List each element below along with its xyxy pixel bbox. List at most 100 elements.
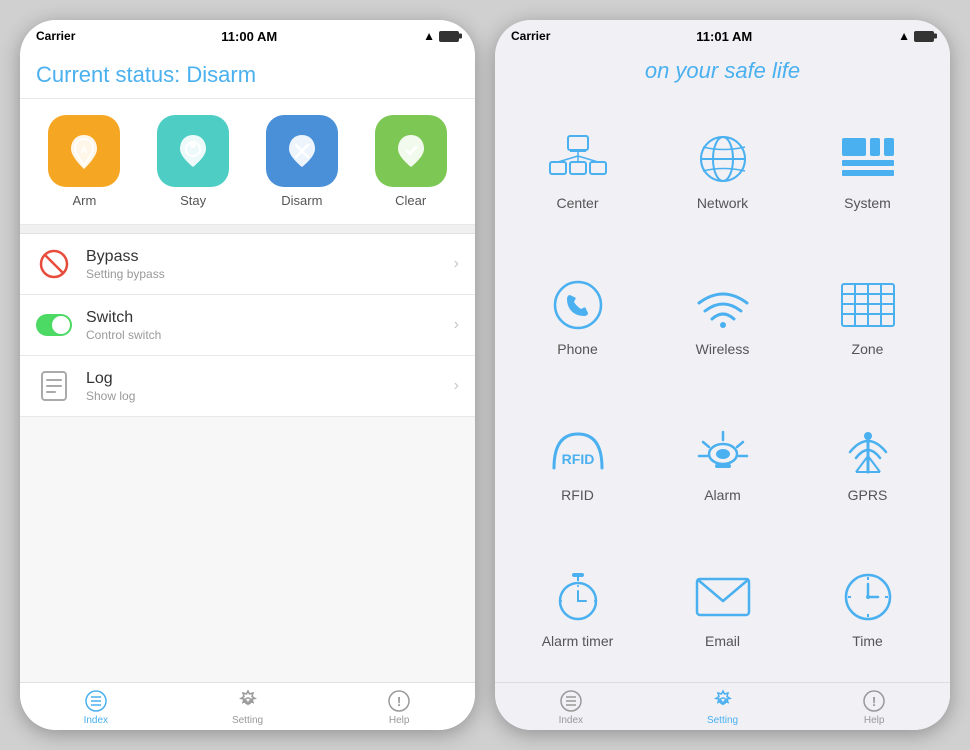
rfid-label: RFID xyxy=(561,487,594,503)
email-label: Email xyxy=(705,633,740,649)
left-status-bar: Carrier 11:00 AM ▲ xyxy=(20,20,475,48)
svg-text:A: A xyxy=(81,145,88,156)
bypass-list-item[interactable]: Bypass Setting bypass › xyxy=(20,234,475,295)
clear-button[interactable]: Clear xyxy=(375,115,447,208)
grid-item-gprs[interactable]: GPRS xyxy=(795,390,940,536)
bypass-title: Bypass xyxy=(86,248,454,266)
left-tab-help-label: Help xyxy=(389,715,410,726)
stay-label: Stay xyxy=(180,193,206,208)
grid-item-wireless[interactable]: Wireless xyxy=(650,244,795,390)
left-status-icons: ▲ xyxy=(423,29,459,43)
left-tab-setting[interactable]: Setting xyxy=(172,689,324,726)
right-content: on your safe life xyxy=(495,48,950,730)
grid-item-network[interactable]: Network xyxy=(650,98,795,244)
switch-title: Switch xyxy=(86,309,454,327)
stay-icon-bg xyxy=(157,115,229,187)
log-title: Log xyxy=(86,370,454,388)
left-tab-index-label: Index xyxy=(84,715,108,726)
list-section: Bypass Setting bypass › Switch Control s… xyxy=(20,233,475,417)
network-label: Network xyxy=(697,195,748,211)
log-text: Log Show log xyxy=(86,370,454,403)
log-list-item[interactable]: Log Show log › xyxy=(20,356,475,417)
arm-icon-bg: A xyxy=(48,115,120,187)
setting-tab-icon xyxy=(236,689,260,713)
left-tab-help[interactable]: ! Help xyxy=(323,689,475,726)
clear-icon xyxy=(391,131,431,171)
grid-item-system[interactable]: System xyxy=(795,98,940,244)
left-tab-index[interactable]: Index xyxy=(20,689,172,726)
section-separator xyxy=(20,225,475,233)
bypass-text: Bypass Setting bypass xyxy=(86,248,454,281)
grid-item-zone[interactable]: Zone xyxy=(795,244,940,390)
gprs-svg xyxy=(842,426,894,476)
zone-label: Zone xyxy=(852,341,884,357)
right-tab-index-label: Index xyxy=(559,715,583,726)
rfid-svg: RFID xyxy=(548,428,608,474)
log-icon-container xyxy=(36,368,72,404)
center-icon xyxy=(546,131,610,187)
zone-svg xyxy=(840,282,896,328)
zone-icon xyxy=(836,277,900,333)
alarm-svg xyxy=(695,426,751,476)
right-battery-icon xyxy=(914,31,934,42)
help-tab-icon: ! xyxy=(387,689,411,713)
svg-text:!: ! xyxy=(872,694,876,709)
battery-icon xyxy=(439,31,459,42)
phone-svg xyxy=(552,279,604,331)
alarm-label: Alarm xyxy=(704,487,741,503)
left-tab-setting-label: Setting xyxy=(232,715,263,726)
disarm-icon xyxy=(282,131,322,171)
bypass-subtitle: Setting bypass xyxy=(86,267,454,281)
network-svg xyxy=(695,134,751,184)
clear-label: Clear xyxy=(395,193,426,208)
wifi-icon: ▲ xyxy=(423,29,435,43)
switch-text: Switch Control switch xyxy=(86,309,454,342)
right-tab-help[interactable]: ! Help xyxy=(798,689,950,726)
phone-label: Phone xyxy=(557,341,597,357)
log-chevron: › xyxy=(454,377,459,395)
grid-item-phone[interactable]: Phone xyxy=(505,244,650,390)
grid-item-alarm-timer[interactable]: Alarm timer xyxy=(505,536,650,682)
center-label: Center xyxy=(556,195,598,211)
right-status-bar: Carrier 11:01 AM ▲ xyxy=(495,20,950,48)
grid-item-time[interactable]: Time xyxy=(795,536,940,682)
stay-icon xyxy=(173,131,213,171)
svg-text:!: ! xyxy=(397,694,401,709)
time-icon xyxy=(836,569,900,625)
grid-item-alarm[interactable]: Alarm xyxy=(650,390,795,536)
right-tab-setting-label: Setting xyxy=(707,715,738,726)
grid-item-email[interactable]: Email xyxy=(650,536,795,682)
alarm-icon xyxy=(691,423,755,479)
time-label: Time xyxy=(852,633,883,649)
wireless-label: Wireless xyxy=(696,341,750,357)
right-tab-setting[interactable]: Setting xyxy=(647,689,799,726)
grid-item-center[interactable]: Center xyxy=(505,98,650,244)
disarm-button[interactable]: Disarm xyxy=(266,115,338,208)
left-tab-bar: Index Setting ! Help xyxy=(20,682,475,730)
email-icon xyxy=(691,569,755,625)
system-icon xyxy=(836,131,900,187)
switch-icon xyxy=(36,314,72,336)
right-tab-index[interactable]: Index xyxy=(495,689,647,726)
gprs-icon xyxy=(836,423,900,479)
empty-section xyxy=(20,417,475,682)
right-tab-help-label: Help xyxy=(864,715,885,726)
center-svg xyxy=(548,134,608,184)
alarm-timer-svg xyxy=(552,571,604,623)
grid-item-rfid[interactable]: RFID RFID xyxy=(505,390,650,536)
switch-chevron: › xyxy=(454,316,459,334)
right-setting-tab-icon xyxy=(711,689,735,713)
arm-button[interactable]: A Arm xyxy=(48,115,120,208)
right-time: 11:01 AM xyxy=(696,29,752,44)
right-tab-bar: Index Setting ! Help xyxy=(495,682,950,730)
network-icon xyxy=(691,131,755,187)
left-phone: Carrier 11:00 AM ▲ Current status: Disar… xyxy=(20,20,475,730)
arm-label: Arm xyxy=(72,193,96,208)
right-wifi-icon: ▲ xyxy=(898,29,910,43)
index-tab-icon xyxy=(84,689,108,713)
right-status-icons: ▲ xyxy=(898,29,934,43)
stay-button[interactable]: Stay xyxy=(157,115,229,208)
log-icon xyxy=(40,370,68,402)
switch-list-item[interactable]: Switch Control switch › xyxy=(20,295,475,356)
disarm-label: Disarm xyxy=(281,193,322,208)
